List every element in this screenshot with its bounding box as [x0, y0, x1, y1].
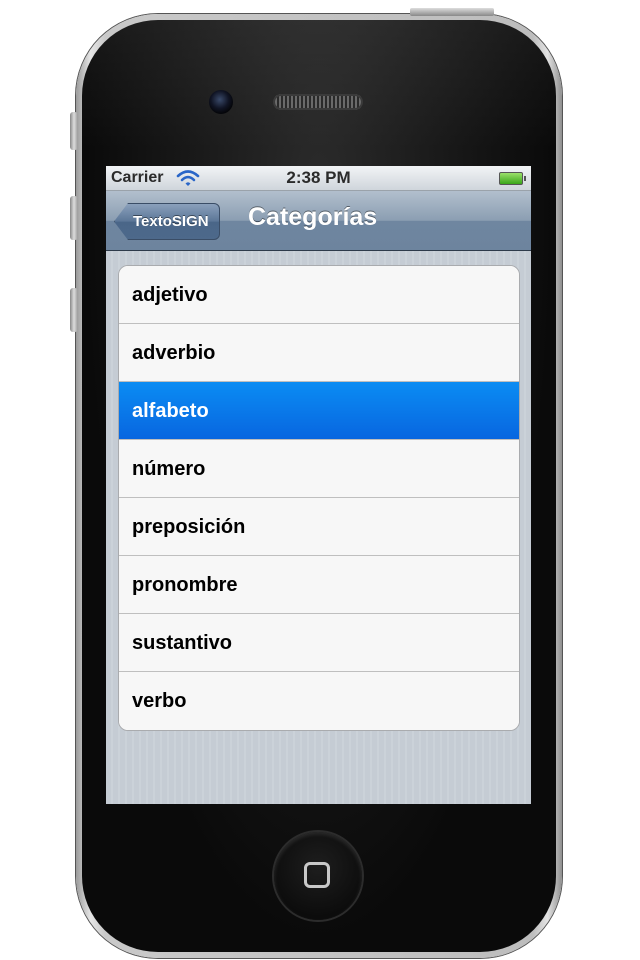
- list-item[interactable]: verbo: [119, 672, 519, 730]
- list-item[interactable]: preposición: [119, 498, 519, 556]
- home-square-icon: [304, 862, 330, 888]
- mute-switch: [70, 112, 78, 150]
- volume-up-button: [70, 196, 78, 240]
- screen: Carrier 2:38 PM TextoSIGN Categorías adj…: [106, 166, 531, 804]
- back-button[interactable]: TextoSIGN: [114, 203, 220, 240]
- navigation-bar: TextoSIGN Categorías: [106, 191, 531, 251]
- category-list: adjetivo adverbio alfabeto número preposició…: [118, 265, 520, 731]
- list-item[interactable]: adverbio: [119, 324, 519, 382]
- list-item[interactable]: alfabeto: [119, 382, 519, 440]
- volume-down-button: [70, 288, 78, 332]
- status-bar: Carrier 2:38 PM: [106, 166, 531, 191]
- list-item[interactable]: sustantivo: [119, 614, 519, 672]
- status-time: 2:38 PM: [286, 168, 351, 187]
- content-area: adjetivo adverbio alfabeto número preposició…: [106, 251, 531, 804]
- list-item[interactable]: adjetivo: [119, 266, 519, 324]
- battery-icon: [499, 172, 526, 185]
- list-item[interactable]: número: [119, 440, 519, 498]
- power-button: [410, 8, 494, 16]
- page-title: Categorías: [248, 203, 378, 231]
- earpiece-speaker: [273, 94, 363, 110]
- list-item[interactable]: pronombre: [119, 556, 519, 614]
- front-camera: [209, 90, 233, 114]
- home-button[interactable]: [274, 832, 362, 920]
